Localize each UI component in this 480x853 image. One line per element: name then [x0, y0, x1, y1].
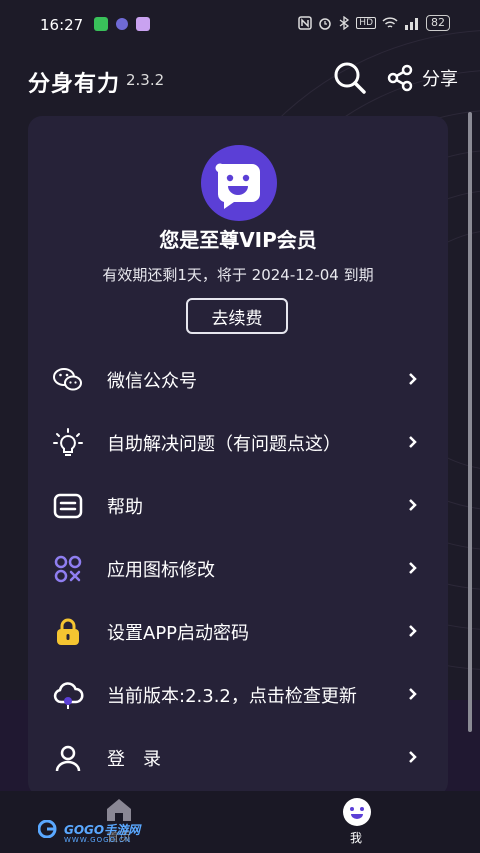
lightbulb-icon — [53, 428, 83, 456]
vip-title: 您是至尊VIP会员 — [159, 228, 317, 252]
menu-item-app-password[interactable]: 设置APP启动密码 — [28, 600, 448, 663]
signal-icon — [405, 18, 418, 30]
renew-button[interactable]: 去续费 — [186, 298, 288, 334]
chevron-right-icon — [409, 751, 417, 763]
chevron-right-icon — [409, 688, 417, 700]
profile-icon — [343, 798, 371, 826]
nav-me-label: 我 — [350, 831, 363, 845]
avatar-icon — [201, 145, 277, 221]
menu-item-self-help[interactable]: 自助解决问题（有问题点这） — [28, 411, 448, 474]
menu-item-label: 微信公众号 — [107, 371, 197, 392]
settings-menu: 微信公众号 自助解决问题（有问题点这） 帮助 应用图标修改 设置APP启动密码 … — [28, 348, 448, 789]
vip-expire-text: 有效期还剩1天，将于 2024-12-04 到期 — [102, 266, 374, 284]
gogo-logo-icon — [38, 820, 57, 838]
menu-item-help[interactable]: 帮助 — [28, 474, 448, 537]
chevron-right-icon — [409, 625, 417, 637]
menu-item-app-icon[interactable]: 应用图标修改 — [28, 537, 448, 600]
app-version: 2.3.2 — [126, 71, 165, 89]
app-title: 分身有力 — [28, 72, 121, 97]
chevron-right-icon — [409, 436, 417, 448]
share-button[interactable]: 分享 — [386, 60, 458, 96]
menu-item-label: 设置APP启动密码 — [107, 623, 250, 644]
bluetooth-icon — [339, 16, 350, 30]
chevron-right-icon — [409, 373, 417, 385]
nfc-icon — [298, 16, 313, 30]
app-icon-edit-icon — [54, 555, 82, 583]
menu-item-wechat[interactable]: 微信公众号 — [28, 348, 448, 411]
system-indicators: HD 82 — [298, 15, 450, 31]
wechat-icon — [53, 368, 82, 391]
battery-indicator: 82 — [426, 15, 450, 31]
share-icon — [387, 64, 413, 92]
scrollbar[interactable] — [468, 112, 472, 732]
chevron-right-icon — [409, 499, 417, 511]
menu-item-label: 帮助 — [107, 497, 143, 518]
user-icon — [55, 745, 81, 772]
chevron-right-icon — [409, 562, 417, 574]
notification-icons — [94, 17, 150, 31]
menu-item-label: 当前版本:2.3.2，点击检查更新 — [107, 686, 357, 707]
app-header: 分身有力 2.3.2 分享 — [0, 58, 480, 98]
watermark-subtext: WWW.GOGO.CN — [64, 836, 132, 844]
cloud-update-icon — [53, 682, 84, 709]
app-notification-icon — [116, 18, 128, 30]
help-document-icon — [53, 493, 83, 519]
share-label: 分享 — [422, 69, 458, 90]
wifi-icon — [382, 17, 398, 28]
menu-item-login[interactable]: 登 录 — [28, 726, 448, 789]
vip-card: 您是至尊VIP会员 有效期还剩1天，将于 2024-12-04 到期 去续费 微… — [28, 116, 448, 796]
status-bar: 16:27 HD 82 — [0, 0, 480, 50]
menu-item-label: 应用图标修改 — [107, 560, 215, 581]
hd-icon: HD — [356, 17, 376, 29]
chat-app-notification-icon — [94, 17, 108, 31]
search-button[interactable] — [332, 60, 368, 96]
menu-item-label: 自助解决问题（有问题点这） — [107, 434, 341, 455]
search-icon — [334, 62, 366, 94]
menu-item-label: 登 录 — [107, 749, 161, 770]
watermark-text: GOGO手游网 — [64, 822, 141, 837]
status-time: 16:27 — [40, 16, 84, 34]
menu-item-check-update[interactable]: 当前版本:2.3.2，点击检查更新 — [28, 663, 448, 726]
app-notification-icon-2 — [136, 17, 150, 31]
watermark: GOGO手游网 WWW.GOGO.CN — [38, 820, 141, 844]
lock-icon — [57, 618, 79, 645]
alarm-icon — [319, 18, 332, 30]
